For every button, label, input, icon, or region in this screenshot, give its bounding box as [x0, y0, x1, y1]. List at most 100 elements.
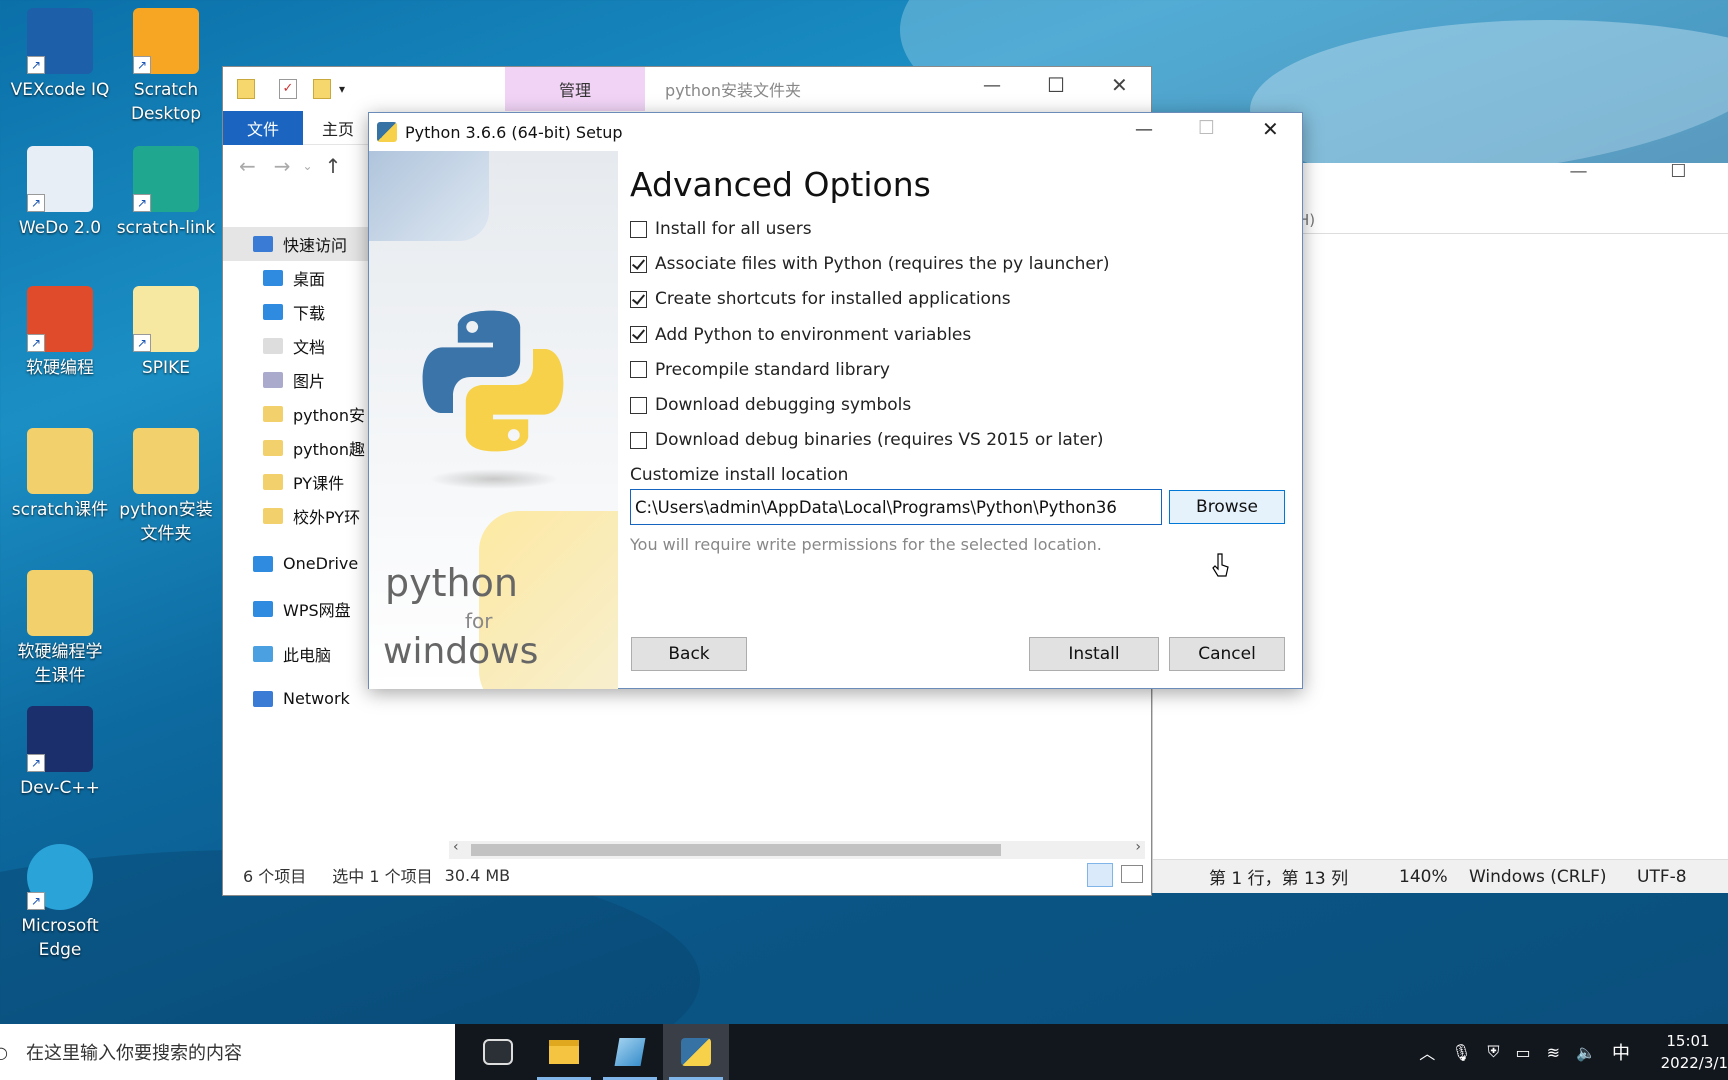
- clock[interactable]: 15:01 2022/3/1: [1648, 1030, 1728, 1074]
- logo-shadow: [429, 469, 559, 489]
- desktop-icon[interactable]: ↗ Scratch Desktop: [114, 8, 218, 126]
- nav-item-label: python安: [293, 406, 365, 425]
- desktop-icon-label: python安装 文件夹: [119, 500, 213, 544]
- recent-dropdown-icon[interactable]: ⌄: [303, 159, 313, 173]
- document-icon: [263, 338, 283, 354]
- taskbar-app-explorer[interactable]: [531, 1024, 597, 1080]
- checkbox-unchecked[interactable]: [630, 431, 647, 449]
- advanced-options-panel: Advanced Options Install for all users As…: [630, 151, 1304, 689]
- show-hidden-icons-icon[interactable]: ︿: [1419, 1040, 1435, 1064]
- large-icons-view-icon[interactable]: [1121, 865, 1143, 883]
- close-icon[interactable]: ✕: [1111, 73, 1128, 97]
- desktop-icon[interactable]: ↗ VEXcode IQ: [8, 8, 112, 102]
- option-checkbox[interactable]: Associate files with Python (requires th…: [630, 250, 1110, 278]
- vexcode-icon: ↗: [27, 8, 93, 74]
- taskbar-app-media[interactable]: [465, 1024, 531, 1080]
- tab-manage[interactable]: 管理: [505, 67, 646, 111]
- minimize-icon[interactable]: —: [1135, 119, 1153, 140]
- maximize-icon[interactable]: ☐: [1047, 73, 1065, 97]
- desktop-icon-label: 软硬编程学 生课件: [17, 642, 103, 686]
- minimize-icon[interactable]: —: [1569, 161, 1587, 182]
- cancel-button[interactable]: Cancel: [1169, 637, 1285, 671]
- app-icon: ↗: [27, 286, 93, 352]
- devcpp-icon: ↗: [27, 706, 93, 772]
- desktop-icon[interactable]: ↗ scratch-link: [114, 146, 218, 240]
- python-setup-dialog[interactable]: Python 3.6.6 (64-bit) Setup — ☐ ✕ python…: [368, 112, 1303, 689]
- tab-file[interactable]: 文件: [223, 110, 303, 145]
- checkbox-checked[interactable]: [630, 290, 647, 308]
- notepad-icon: [614, 1038, 646, 1066]
- nav-item-label: python趣: [293, 440, 365, 459]
- scratch-icon: ↗: [133, 8, 199, 74]
- minimize-icon[interactable]: —: [983, 75, 1001, 96]
- security-icon[interactable]: ⛨: [1488, 1042, 1500, 1062]
- maximize-icon[interactable]: ☐: [1670, 161, 1686, 182]
- nav-item-label: 校外PY环: [293, 508, 361, 527]
- taskbar-search[interactable]: ○ 在这里输入你要搜索的内容: [0, 1024, 455, 1080]
- install-button[interactable]: Install: [1029, 637, 1159, 671]
- details-view-icon[interactable]: [1087, 863, 1113, 887]
- option-label: Install for all users: [655, 219, 812, 239]
- back-arrow-icon[interactable]: ←: [239, 154, 256, 178]
- option-checkbox[interactable]: Install for all users: [630, 215, 812, 243]
- battery-icon[interactable]: ▭: [1516, 1043, 1531, 1062]
- desktop-icon[interactable]: ↗ Microsoft Edge: [8, 844, 112, 962]
- tab-home[interactable]: 主页: [303, 116, 373, 140]
- install-location-input[interactable]: C:\Users\admin\AppData\Local\Programs\Py…: [630, 489, 1162, 525]
- option-label: Precompile standard library: [655, 359, 890, 380]
- option-checkbox[interactable]: Download debugging symbols: [630, 391, 911, 419]
- forward-arrow-icon[interactable]: →: [274, 154, 291, 178]
- desktop-icon[interactable]: ↗ SPIKE: [114, 286, 218, 380]
- desktop-icon-label: scratch-link: [116, 218, 216, 238]
- decorative-shape: [369, 151, 489, 241]
- desktop-icon[interactable]: 软硬编程学 生课件: [8, 570, 112, 688]
- microphone-icon[interactable]: 🎙: [1451, 1043, 1471, 1062]
- checkbox-checked[interactable]: [630, 255, 647, 273]
- volume-icon[interactable]: 🔈: [1576, 1043, 1596, 1062]
- taskbar-app-notepad[interactable]: [597, 1024, 663, 1080]
- desktop-icon-label: Scratch Desktop: [130, 80, 202, 124]
- python-banner: python for windows: [369, 151, 618, 689]
- option-checkbox[interactable]: Add Python to environment variables: [630, 321, 971, 349]
- back-button[interactable]: Back: [631, 637, 747, 671]
- properties-icon[interactable]: ✓: [279, 79, 297, 99]
- checkbox-unchecked[interactable]: [630, 220, 647, 238]
- option-checkbox[interactable]: Download debug binaries (requires VS 201…: [630, 426, 1104, 454]
- install-location-value: C:\Users\admin\AppData\Local\Programs\Py…: [635, 497, 1117, 517]
- ime-indicator[interactable]: 中: [1612, 1039, 1630, 1065]
- shortcut-arrow-icon: ↗: [27, 56, 45, 74]
- shortcut-arrow-icon: ↗: [133, 194, 151, 212]
- desktop-icon-label: scratch课件: [11, 500, 109, 520]
- folder-icon: [263, 406, 283, 422]
- checkbox-unchecked[interactable]: [630, 361, 647, 379]
- selected-size: 30.4 MB: [444, 865, 511, 885]
- nav-item-label: 此电脑: [283, 645, 332, 665]
- close-icon[interactable]: ✕: [1262, 117, 1279, 141]
- browse-button[interactable]: Browse: [1169, 490, 1285, 524]
- taskbar-app-python-setup[interactable]: [663, 1024, 729, 1080]
- explorer-statusbar: 6 个项目 选中 1 个项目 30.4 MB: [223, 855, 1151, 895]
- up-arrow-icon[interactable]: ↑: [325, 154, 342, 178]
- nav-item-label: OneDrive: [283, 554, 359, 573]
- scroll-right-icon[interactable]: ›: [1135, 839, 1141, 855]
- download-icon: [263, 304, 283, 320]
- wifi-icon[interactable]: ≋: [1547, 1043, 1560, 1062]
- desktop-icon[interactable]: scratch课件: [8, 428, 112, 522]
- new-folder-icon[interactable]: [313, 79, 331, 99]
- desktop-icon[interactable]: python安装 文件夹: [114, 428, 218, 546]
- search-placeholder: 在这里输入你要搜索的内容: [26, 1043, 242, 1064]
- clock-time: 15:01: [1666, 1032, 1710, 1050]
- checkbox-unchecked[interactable]: [630, 396, 647, 414]
- option-checkbox[interactable]: Precompile standard library: [630, 356, 890, 384]
- desktop-icon[interactable]: ↗ 软硬编程: [8, 286, 112, 380]
- notepad-statusbar: 第 1 行，第 13 列 140% Windows (CRLF) UTF-8: [1153, 859, 1728, 893]
- quick-access-dropdown-icon[interactable]: ▾: [339, 82, 345, 96]
- desktop-icon[interactable]: ↗ WeDo 2.0: [8, 146, 112, 240]
- scroll-left-icon[interactable]: ‹: [453, 839, 459, 855]
- desktop-icon[interactable]: ↗ Dev-C++: [8, 706, 112, 800]
- option-checkbox[interactable]: Create shortcuts for installed applicati…: [630, 285, 1011, 313]
- checkbox-checked[interactable]: [630, 326, 647, 344]
- desktop-icon: [263, 270, 283, 286]
- location-label: Customize install location: [630, 465, 849, 485]
- picture-icon: [263, 372, 283, 388]
